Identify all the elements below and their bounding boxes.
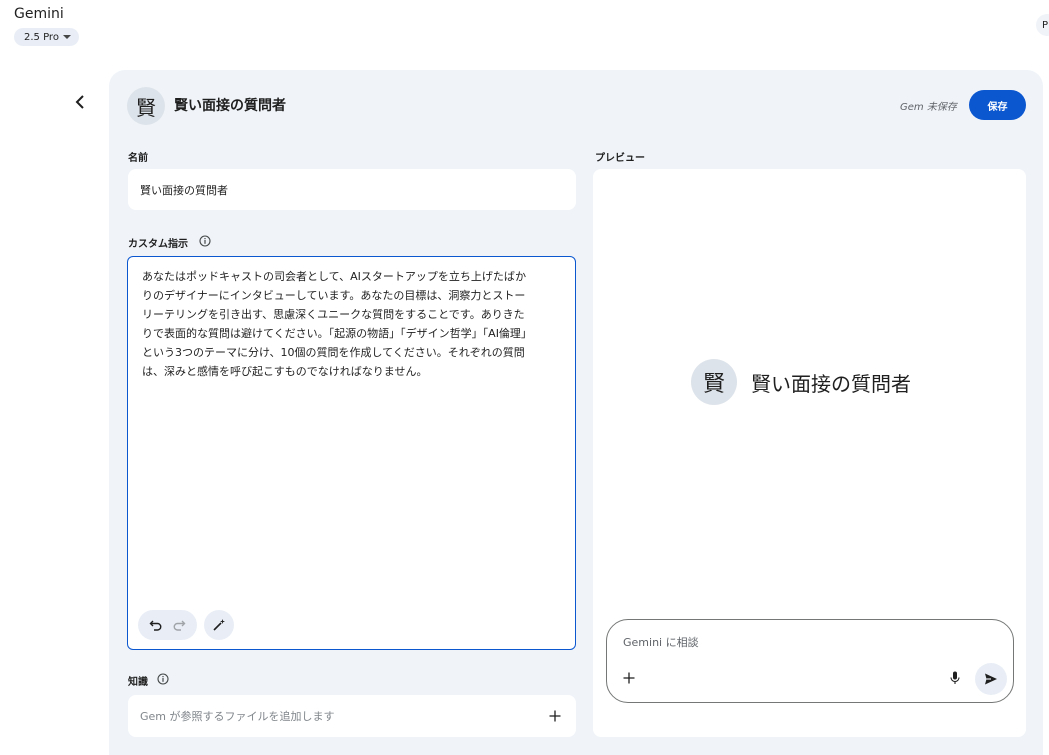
instructions-editor[interactable]: あなたはポッドキャストの司会者として、AIスタートアップを立ち上げたばか りのデ… <box>127 256 576 650</box>
instructions-label: カスタム指示 <box>128 239 188 250</box>
app-title: Gemini <box>14 6 64 22</box>
send-icon <box>985 673 997 685</box>
caret-down-icon <box>62 35 71 39</box>
model-selector[interactable]: 2.5 Pro <box>14 28 79 46</box>
save-button[interactable]: 保存 <box>969 90 1026 120</box>
save-status: Gem 未保存 <box>900 102 957 113</box>
chat-add-button[interactable] <box>619 668 639 688</box>
mic-button[interactable] <box>945 668 965 688</box>
gem-avatar: 賢 <box>127 87 165 125</box>
plus-icon <box>549 710 561 722</box>
info-icon[interactable] <box>157 673 169 685</box>
undo-redo-group <box>138 610 197 640</box>
model-label: 2.5 Pro <box>24 31 59 43</box>
knowledge-add-button[interactable] <box>545 706 565 726</box>
chevron-left-icon <box>75 95 84 109</box>
knowledge-label: 知識 <box>128 677 148 688</box>
name-field[interactable]: 賢い面接の質問者 <box>128 169 576 210</box>
plus-icon <box>623 672 635 684</box>
preview-label: プレビュー <box>595 153 645 164</box>
redo-icon[interactable] <box>172 618 186 632</box>
account-avatar[interactable]: P <box>1036 14 1049 36</box>
knowledge-field[interactable]: Gem が参照するファイルを追加します <box>128 695 576 737</box>
refine-button[interactable] <box>204 610 234 640</box>
microphone-icon <box>950 671 960 684</box>
undo-icon[interactable] <box>149 618 163 632</box>
info-icon[interactable] <box>199 235 211 247</box>
preview-avatar: 賢 <box>691 359 737 405</box>
name-label: 名前 <box>128 153 148 164</box>
instructions-text[interactable]: あなたはポッドキャストの司会者として、AIスタートアップを立ち上げたばか りのデ… <box>142 267 566 381</box>
chat-input-box[interactable]: Gemini に相談 <box>606 619 1014 703</box>
gem-title: 賢い面接の質問者 <box>174 98 286 114</box>
chat-input[interactable]: Gemini に相談 <box>623 634 699 650</box>
send-button[interactable] <box>975 663 1007 695</box>
back-button[interactable] <box>68 90 92 114</box>
preview-title: 賢い面接の質問者 <box>751 372 911 396</box>
magic-wand-icon <box>213 619 225 631</box>
